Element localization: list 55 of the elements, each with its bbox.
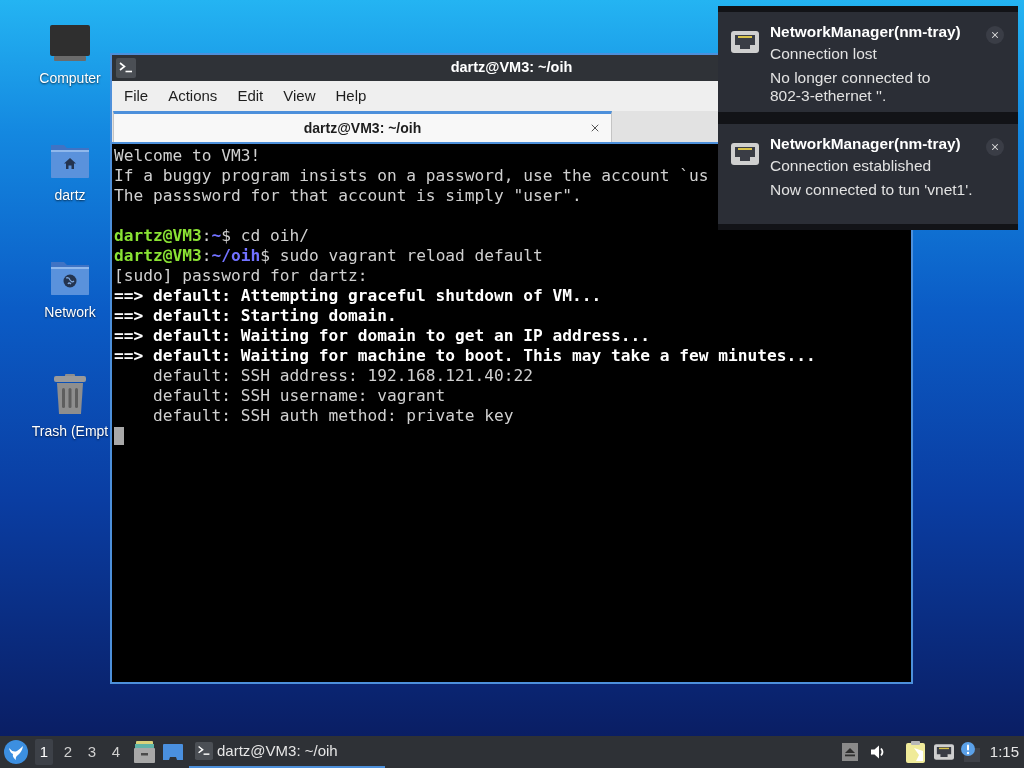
notification-title: NetworkManager(nm-tray) bbox=[770, 22, 962, 42]
notification-summary: Connection lost bbox=[770, 44, 878, 64]
close-icon bbox=[990, 142, 1000, 152]
terminal-line: default: SSH username: vagrant bbox=[151, 386, 446, 406]
monitor-icon bbox=[49, 22, 91, 62]
terminal-app-icon[interactable] bbox=[116, 58, 136, 78]
workspace-button[interactable]: 3 bbox=[83, 739, 101, 765]
terminal-line: dartz@VM3:~/oih$ sudo vagrant reload default bbox=[114, 246, 543, 266]
terminal-line: Welcome to VM3! bbox=[114, 146, 261, 166]
terminal-icon bbox=[195, 742, 213, 760]
terminal-line: ==> default: Starting domain. bbox=[114, 306, 397, 326]
desktop-icon-label[interactable]: Trash (Empt bbox=[31, 422, 109, 440]
workspace-button[interactable]: 4 bbox=[107, 739, 125, 765]
close-button[interactable] bbox=[986, 138, 1004, 156]
volume-icon[interactable] bbox=[869, 744, 886, 760]
terminal-line: default: SSH auth method: private key bbox=[151, 406, 514, 426]
terminal-line: ==> default: Waiting for domain to get an IP address... bbox=[114, 326, 650, 346]
desktop-icon-label[interactable]: Network bbox=[44, 303, 96, 321]
notification-icon[interactable] bbox=[960, 742, 980, 762]
close-icon bbox=[990, 30, 1000, 40]
menu-item[interactable]: View bbox=[273, 81, 326, 111]
terminal-line: If a buggy program insists on a password, use the account `us bbox=[114, 166, 709, 186]
notification-body: No longer connected to 802-3-ethernet ''. bbox=[770, 69, 932, 104]
menu-item[interactable]: File bbox=[114, 81, 159, 111]
notification-summary: Connection established bbox=[770, 156, 933, 176]
terminal-cursor bbox=[114, 427, 124, 445]
eject-icon[interactable] bbox=[841, 743, 858, 761]
network-port-icon[interactable] bbox=[933, 744, 954, 760]
drawer-icon[interactable] bbox=[134, 741, 155, 763]
terminal-line: ==> default: Waiting for machine to boot. This may take a few minutes... bbox=[114, 346, 816, 366]
window-title: dartz@VM3: ~/oih bbox=[450, 58, 573, 78]
menu-item[interactable]: Edit bbox=[227, 81, 274, 111]
menu-item[interactable]: Help bbox=[325, 81, 377, 111]
terminal-line: ==> default: Attempting graceful shutdown of VM... bbox=[114, 286, 602, 306]
clipboard-icon[interactable] bbox=[905, 741, 925, 763]
app-menu-button[interactable] bbox=[4, 740, 28, 764]
terminal-line: The passsword for that account is simply "user". bbox=[114, 186, 582, 206]
network-port-icon bbox=[731, 143, 759, 165]
menu-item[interactable]: Actions bbox=[158, 81, 228, 111]
notification-title: NetworkManager(nm-tray) bbox=[770, 134, 962, 154]
workspace-button[interactable]: 2 bbox=[59, 739, 77, 765]
screen-icon[interactable] bbox=[163, 744, 183, 760]
terminal-line: default: SSH address: 192.168.121.40:22 bbox=[151, 366, 534, 386]
terminal-line: [sudo] password for dartz: bbox=[114, 266, 368, 286]
network-port-icon bbox=[731, 31, 759, 53]
task-button[interactable]: dartz@VM3: ~/oih bbox=[189, 736, 385, 768]
terminal-tab[interactable]: dartz@VM3: ~/oih bbox=[113, 111, 612, 142]
close-icon bbox=[589, 122, 601, 134]
terminal-line: dartz@VM3:~$ cd oih/ bbox=[114, 226, 309, 246]
desktop-icon-label[interactable]: dartz bbox=[54, 186, 86, 204]
workspace-button[interactable]: 1 bbox=[35, 739, 53, 765]
clock[interactable]: 1:15 bbox=[989, 740, 1019, 764]
close-button[interactable] bbox=[986, 26, 1004, 44]
notification-body: Now connected to tun 'vnet1'. bbox=[770, 181, 974, 199]
logo-icon bbox=[4, 740, 28, 764]
